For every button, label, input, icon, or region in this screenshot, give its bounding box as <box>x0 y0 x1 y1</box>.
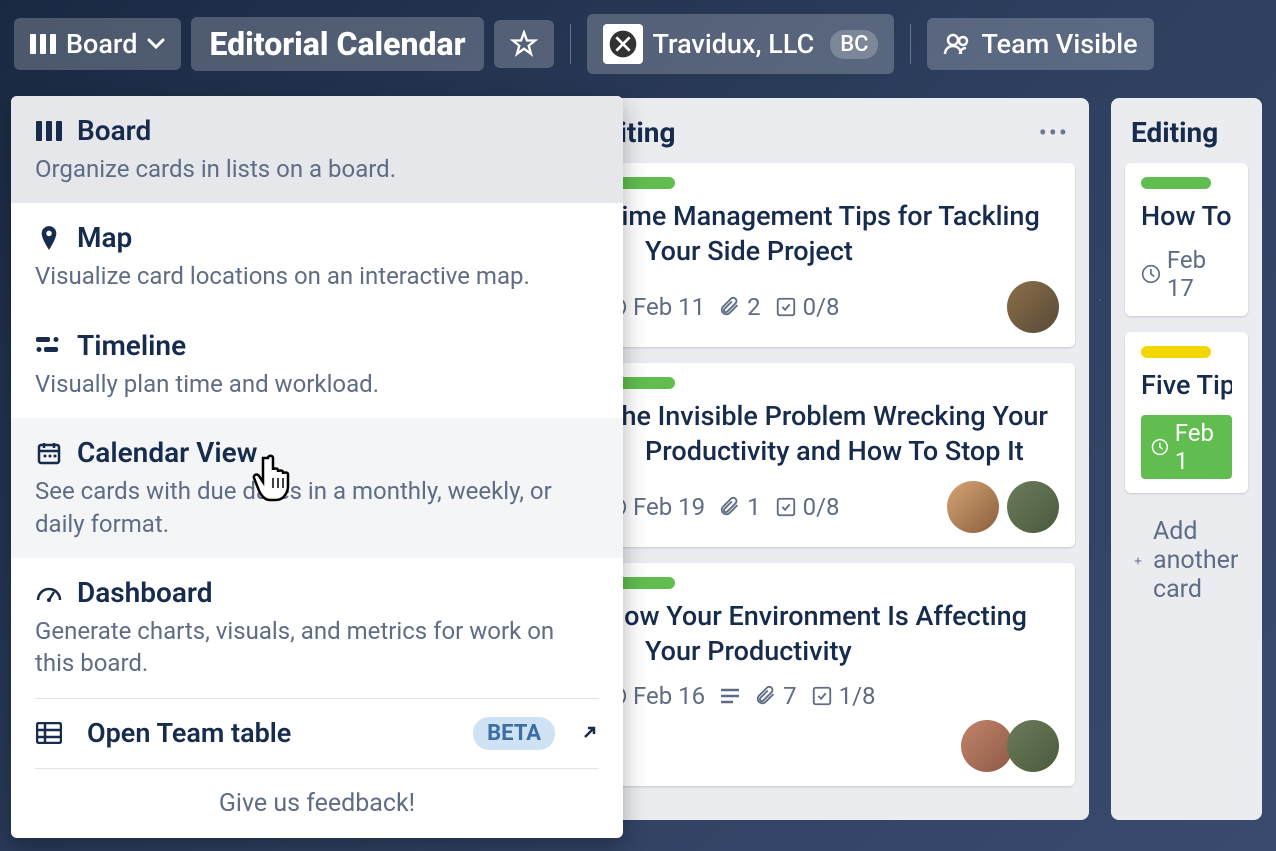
card[interactable]: How Your Environment Is Affecting Your P… <box>589 563 1075 785</box>
attachment-icon <box>755 685 777 707</box>
attachment-icon <box>719 496 741 518</box>
dropdown-team-table[interactable]: Open Team table BETA <box>11 699 623 768</box>
map-pin-icon <box>35 224 63 252</box>
list-writing: Writing ••• Time Management Tips for Tac… <box>559 98 1089 820</box>
checklist-badge: 0/8 <box>775 493 840 521</box>
team-table-label: Open Team table <box>87 717 449 749</box>
view-label: Board <box>66 28 137 60</box>
board-icon <box>30 34 56 54</box>
label-yellow[interactable] <box>1141 346 1211 358</box>
plus-icon <box>1133 550 1143 572</box>
card[interactable]: Time Management Tips for Tackling Your S… <box>589 163 1075 347</box>
dropdown-desc: Visualize card locations on an interacti… <box>35 260 599 292</box>
due-badge-complete: Feb 1 <box>1141 415 1232 479</box>
team-icon <box>943 32 971 56</box>
dropdown-desc: Organize cards in lists on a board. <box>35 153 599 185</box>
card-footer: Feb 1 <box>1141 415 1232 479</box>
label-green[interactable] <box>1141 177 1211 189</box>
external-link-icon <box>579 723 599 743</box>
org-button[interactable]: Travidux, LLC BC <box>587 14 895 74</box>
dropdown-desc: Visually plan time and workload. <box>35 368 599 400</box>
due-badge: Feb 17 <box>1141 246 1232 302</box>
star-icon <box>510 30 538 58</box>
visibility-label: Team Visible <box>981 28 1137 60</box>
calendar-icon <box>35 441 63 465</box>
card[interactable]: Five Tips Feb 1 <box>1125 332 1248 493</box>
dropdown-item-calendar[interactable]: Calendar View See cards with due dates i… <box>11 418 623 558</box>
org-badge: BC <box>830 30 878 59</box>
dropdown-title: Calendar View <box>77 436 257 469</box>
card[interactable]: The Invisible Problem Wrecking Your Prod… <box>589 363 1075 547</box>
dropdown-title: Map <box>77 221 132 254</box>
dropdown-item-timeline[interactable]: Timeline Visually plan time and workload… <box>11 311 623 418</box>
org-icon <box>603 24 643 64</box>
clock-icon <box>1151 436 1169 458</box>
add-card-label: Add another card <box>1153 517 1240 604</box>
toolbar: Board Editorial Calendar Travidux, LLC B… <box>0 0 1276 88</box>
card-title: Time Management Tips for Tackling Your S… <box>605 199 1059 269</box>
avatar[interactable] <box>1007 281 1059 333</box>
board-icon <box>35 121 63 141</box>
table-icon <box>35 722 63 744</box>
card-footer: Feb 16 7 1/8 <box>605 682 1059 710</box>
dropdown-item-map[interactable]: Map Visualize card locations on an inter… <box>11 203 623 310</box>
attachments-badge: 2 <box>719 293 761 321</box>
checklist-icon <box>775 296 797 318</box>
clock-icon <box>1141 263 1161 285</box>
description-badge <box>719 687 741 705</box>
list-editing: Editing How To Find More Hours Feb 17 Fi… <box>1111 98 1262 820</box>
checklist-badge: 1/8 <box>811 682 876 710</box>
attachments-badge: 1 <box>719 493 761 521</box>
dropdown-title: Dashboard <box>77 576 213 609</box>
avatar[interactable] <box>1007 481 1059 533</box>
avatar[interactable] <box>1007 720 1059 772</box>
dropdown-item-dashboard[interactable]: Dashboard Generate charts, visuals, and … <box>11 558 623 698</box>
add-card-button[interactable]: Add another card <box>1125 509 1248 612</box>
checklist-icon <box>811 685 833 707</box>
dropdown-item-board[interactable]: Board Organize cards in lists on a board… <box>11 96 623 203</box>
dropdown-desc: Generate charts, visuals, and metrics fo… <box>35 615 599 680</box>
dropdown-desc: See cards with due dates in a monthly, w… <box>35 475 599 540</box>
card-title: Five Tips <box>1141 368 1232 403</box>
list-title[interactable]: Editing <box>1131 116 1218 149</box>
divider <box>910 24 911 64</box>
board-title[interactable]: Editorial Calendar <box>191 17 483 71</box>
description-icon <box>719 687 741 705</box>
dropdown-title: Board <box>77 114 151 147</box>
divider <box>570 24 571 64</box>
dashboard-icon <box>35 582 63 602</box>
beta-badge: BETA <box>473 717 555 750</box>
card-title: The Invisible Problem Wrecking Your Prod… <box>605 399 1059 469</box>
card-footer: Feb 11 2 0/8 <box>605 281 1059 333</box>
timeline-icon <box>35 335 63 355</box>
checklist-icon <box>775 496 797 518</box>
org-name: Travidux, LLC <box>653 28 815 60</box>
avatar[interactable] <box>961 720 1013 772</box>
card-title: How To Find More Hours <box>1141 199 1232 234</box>
checklist-badge: 0/8 <box>775 293 840 321</box>
view-switcher[interactable]: Board <box>14 18 181 70</box>
card-title: How Your Environment Is Affecting Your P… <box>605 599 1059 669</box>
avatar[interactable] <box>947 481 999 533</box>
card-footer: Feb 19 1 0/8 <box>605 481 1059 533</box>
view-dropdown: Board Organize cards in lists on a board… <box>11 96 623 838</box>
list-menu-icon[interactable]: ••• <box>1039 119 1069 147</box>
chevron-down-icon <box>147 38 165 50</box>
dropdown-title: Timeline <box>77 329 186 362</box>
attachment-icon <box>719 296 741 318</box>
attachments-badge: 7 <box>755 682 797 710</box>
star-button[interactable] <box>494 20 554 68</box>
card-footer: Feb 17 <box>1141 246 1232 302</box>
feedback-link[interactable]: Give us feedback! <box>11 769 623 838</box>
visibility-button[interactable]: Team Visible <box>927 18 1153 70</box>
card[interactable]: How To Find More Hours Feb 17 <box>1125 163 1248 316</box>
